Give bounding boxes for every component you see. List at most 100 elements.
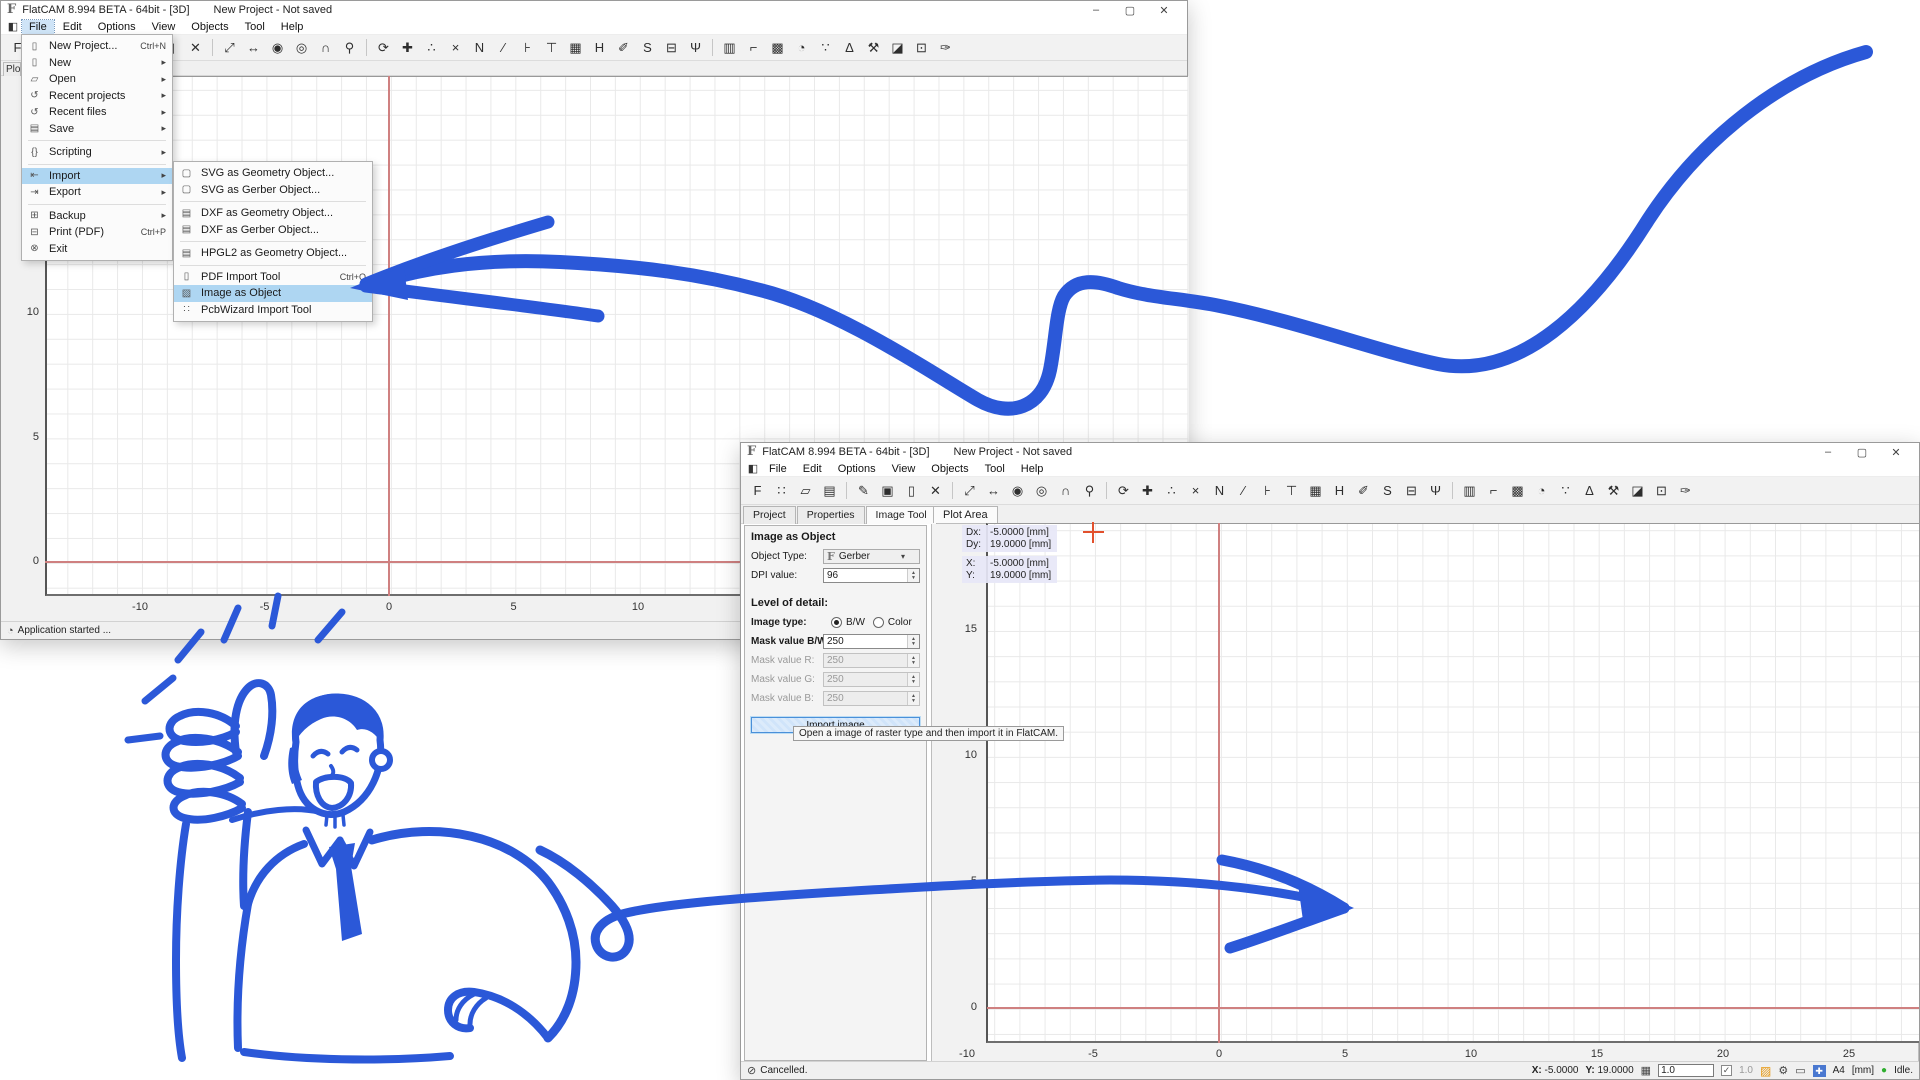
locate-pin-icon[interactable]: ⚲ — [338, 37, 361, 59]
minimize-button[interactable]: – — [1079, 4, 1113, 17]
align-tool-icon[interactable]: ✚ — [396, 37, 419, 59]
import-submenu-item-pdf-import-tool[interactable]: ▯PDF Import ToolCtrl+Q — [174, 269, 372, 286]
file-menu-item-new-project[interactable]: ▯New Project...Ctrl+N — [22, 38, 172, 55]
maximize-button[interactable]: ▢ — [1113, 4, 1147, 17]
script-new-icon[interactable]: ∷ — [770, 480, 793, 502]
spinner-arrows-icon[interactable]: ▲▼ — [907, 569, 919, 582]
radio-color[interactable] — [873, 617, 884, 628]
mirror-x-tool-icon[interactable]: × — [1184, 480, 1207, 502]
tab-plot-area-clipped[interactable]: Plo — [3, 62, 21, 76]
grid-link-checkbox[interactable]: ✓ — [1721, 1065, 1732, 1076]
titlebar[interactable]: F FlatCAM 8.994 BETA - 64bit - [3D] New … — [1, 1, 1187, 19]
etch-pen-tool-icon[interactable]: ✑ — [1674, 480, 1697, 502]
locate-pin-icon[interactable]: ⚲ — [1078, 480, 1101, 502]
qrcode-tool-icon[interactable]: ▩ — [1506, 480, 1529, 502]
select-area-tool-icon[interactable]: ⊡ — [910, 37, 933, 59]
save-project-icon[interactable]: ▤ — [818, 480, 841, 502]
editor-pencil-icon[interactable]: ✎ — [852, 480, 875, 502]
align-tool-icon[interactable]: ✚ — [1136, 480, 1159, 502]
drill-tool-icon[interactable]: ⊤ — [540, 37, 563, 59]
file-menu-item-save[interactable]: ▤Save▸ — [22, 121, 172, 138]
mirror-y-tool-icon[interactable]: N — [1208, 480, 1231, 502]
fiducials-tool-icon[interactable]: ⚒ — [1602, 480, 1625, 502]
compass-tool-icon[interactable]: ∆ — [1578, 480, 1601, 502]
delete-object-icon[interactable]: ✕ — [184, 37, 207, 59]
clear-plot-icon[interactable]: ◎ — [290, 37, 313, 59]
replot-icon[interactable]: ◉ — [266, 37, 289, 59]
fiducials-tool-icon[interactable]: ⚒ — [862, 37, 885, 59]
file-menu-item-export[interactable]: ⇥Export▸ — [22, 184, 172, 201]
file-menu-item-scripting[interactable]: {}Scripting▸ — [22, 144, 172, 161]
menubar-item-view[interactable]: View — [145, 20, 183, 34]
dots-tool-icon[interactable]: ∵ — [1554, 480, 1577, 502]
enclose-tool-icon[interactable]: ⊟ — [1400, 480, 1423, 502]
import-submenu-item-dxf-as-geometry-object[interactable]: ▤DXF as Geometry Object... — [174, 205, 372, 222]
crop-tool-icon[interactable]: ⌐ — [742, 37, 765, 59]
menubar-item-objects[interactable]: Objects — [184, 20, 235, 34]
menubar-item-edit[interactable]: Edit — [796, 462, 829, 476]
dpi-spinbox[interactable]: ▲▼ — [823, 568, 920, 583]
tab-project[interactable]: Project — [743, 506, 796, 524]
import-submenu-item-image-as-object[interactable]: ▨Image as Object — [174, 285, 372, 302]
subtract-tool-icon[interactable]: S — [636, 37, 659, 59]
enclose-tool-icon[interactable]: ⊟ — [660, 37, 683, 59]
menubar-item-options[interactable]: Options — [91, 20, 143, 34]
file-menu-item-backup[interactable]: ⊞Backup▸ — [22, 208, 172, 225]
paint-tool-icon[interactable]: Ψ — [1424, 480, 1447, 502]
file-menu-item-open[interactable]: ▱Open▸ — [22, 71, 172, 88]
zoom-width-icon[interactable]: ↔ — [242, 37, 265, 59]
menubar-item-file[interactable]: File — [762, 462, 794, 476]
file-menu-item-recent-files[interactable]: ↺Recent files▸ — [22, 104, 172, 121]
drill-tool-icon[interactable]: ⊤ — [1280, 480, 1303, 502]
tab-properties[interactable]: Properties — [797, 506, 865, 524]
subtract-tool-icon[interactable]: S — [1376, 480, 1399, 502]
copy-object-icon[interactable]: ▣ — [876, 480, 899, 502]
zoom-fit-icon[interactable]: ⤢ — [218, 37, 241, 59]
panelize-tool-icon[interactable]: ▦ — [1304, 480, 1327, 502]
pie-tool-icon[interactable]: ◔ — [1530, 480, 1553, 502]
file-menu-item-new[interactable]: ▯New▸ — [22, 55, 172, 72]
file-menu-item-recent-projects[interactable]: ↺Recent projects▸ — [22, 88, 172, 105]
import-submenu-item-svg-as-geometry-object[interactable]: ▢SVG as Geometry Object... — [174, 165, 372, 182]
skew-tool-icon[interactable]: ∕ — [492, 37, 515, 59]
grid-snap-icon[interactable]: ▦ — [1641, 1064, 1651, 1077]
rotate-tool-icon[interactable]: ⟳ — [372, 37, 395, 59]
sidebar-toggle-icon[interactable]: ◧ — [745, 462, 761, 475]
file-menu-item-exit[interactable]: ⊗Exit — [22, 241, 172, 258]
titlebar[interactable]: F FlatCAM 8.994 BETA - 64bit - [3D] New … — [741, 443, 1919, 461]
maximize-button[interactable]: ▢ — [1845, 446, 1879, 459]
axis-toggle-icon[interactable]: ✚ — [1813, 1065, 1826, 1077]
tab-image-tool[interactable]: Image Tool — [866, 506, 937, 524]
close-button[interactable]: ✕ — [1879, 446, 1913, 459]
object-type-dropdown[interactable]: F Gerber ▾ — [823, 549, 920, 564]
menubar-item-help[interactable]: Help — [274, 20, 311, 34]
select-area-tool-icon[interactable]: ⊡ — [1650, 480, 1673, 502]
calculator-tool-icon[interactable]: ▥ — [1458, 480, 1481, 502]
plot-canvas[interactable] — [986, 523, 1919, 1043]
flatcam-logo-icon[interactable]: F — [746, 480, 769, 502]
skew-tool-icon[interactable]: ∕ — [1232, 480, 1255, 502]
import-submenu-item-hpgl2-as-geometry-object[interactable]: ▤HPGL2 as Geometry Object... — [174, 245, 372, 262]
compass-tool-icon[interactable]: ∆ — [838, 37, 861, 59]
file-menu-item-import[interactable]: ⇤Import▸ — [22, 168, 172, 185]
import-submenu-item-dxf-as-gerber-object[interactable]: ▤DXF as Gerber Object... — [174, 222, 372, 239]
pie-tool-icon[interactable]: ◔ — [790, 37, 813, 59]
gear-icon[interactable]: ⚙ — [1778, 1064, 1788, 1077]
magnet-snap-icon[interactable]: ∩ — [1054, 480, 1077, 502]
menubar-item-help[interactable]: Help — [1014, 462, 1051, 476]
radio-bw[interactable] — [831, 617, 842, 628]
menubar-item-objects[interactable]: Objects — [924, 462, 975, 476]
file-menu-item-print-pdf[interactable]: ⊟Print (PDF)Ctrl+P — [22, 224, 172, 241]
grid-x-input[interactable]: 1.0 — [1658, 1064, 1714, 1077]
distance-tool-icon[interactable]: ⊦ — [516, 37, 539, 59]
magnet-snap-icon[interactable]: ∩ — [314, 37, 337, 59]
distance-tool-icon[interactable]: ⊦ — [1256, 480, 1279, 502]
paint-tool-icon[interactable]: Ψ — [684, 37, 707, 59]
crop-tool-icon[interactable]: ⌐ — [1482, 480, 1505, 502]
mirror-x-tool-icon[interactable]: × — [444, 37, 467, 59]
invert-tool-icon[interactable]: ◪ — [886, 37, 909, 59]
polish-tool-icon[interactable]: ✐ — [1352, 480, 1375, 502]
spinner-arrows-icon[interactable]: ▲▼ — [907, 635, 919, 648]
color-swatch-icon[interactable]: ▨ — [1760, 1064, 1771, 1078]
sidebar-toggle-icon[interactable]: ◧ — [5, 20, 21, 33]
